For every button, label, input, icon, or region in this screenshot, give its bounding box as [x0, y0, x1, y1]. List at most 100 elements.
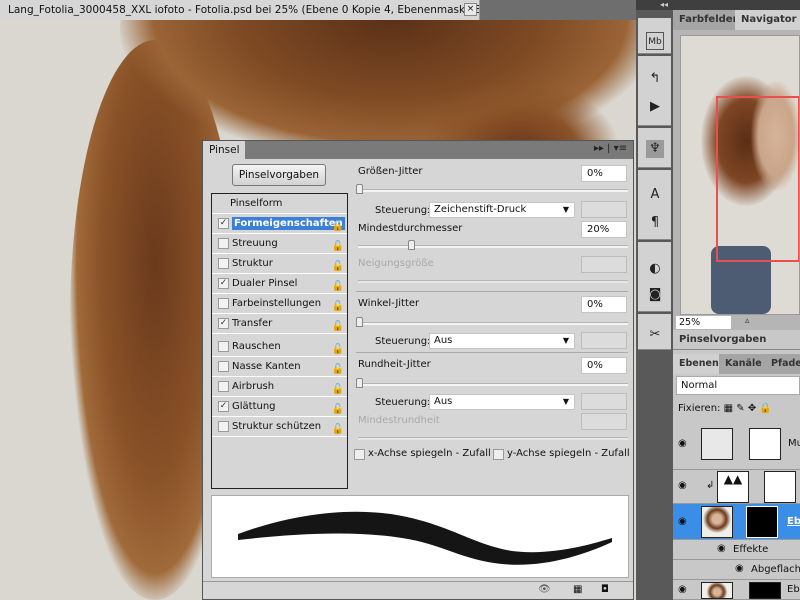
min-roundness-value [581, 413, 627, 430]
new-brush-icon[interactable]: ◘ [601, 584, 609, 595]
lock-icon[interactable]: 🔓 [332, 317, 344, 337]
layer-thumbnail [701, 428, 733, 460]
layer-mask-thumbnail[interactable] [749, 582, 781, 599]
checkbox[interactable]: ✓ [218, 318, 229, 329]
angle-jitter-thumb[interactable] [356, 317, 363, 327]
tab-pinselvorgaben[interactable]: Pinselvorgaben [673, 330, 800, 350]
brush-setting-label: Glättung [232, 401, 276, 412]
layer-row-selected[interactable]: ◉ Eb [673, 504, 800, 540]
brush-presets-button[interactable]: Pinselvorgaben [232, 164, 326, 186]
layer-row[interactable]: ◉ ↲ ▲▲ [673, 470, 800, 504]
size-jitter-slider[interactable] [358, 189, 628, 192]
checkbox[interactable]: ✓ [218, 278, 229, 289]
checkbox[interactable] [218, 298, 229, 309]
roundness-jitter-control-select[interactable]: Aus ▼ [429, 394, 575, 410]
brush-setting-item[interactable]: ✓ Dualer Pinsel 🔓 [212, 274, 347, 294]
lock-icon[interactable]: 🔓 [332, 420, 344, 440]
layer-name[interactable]: Mu [788, 438, 800, 449]
checkbox[interactable] [218, 421, 229, 432]
visibility-eye-icon[interactable]: ◉ [678, 480, 694, 492]
view-frame[interactable] [716, 96, 799, 262]
min-diameter-slider[interactable] [358, 245, 628, 248]
roundness-jitter-slider[interactable] [358, 383, 628, 386]
flip-y-checkbox[interactable] [493, 449, 504, 460]
checkbox[interactable] [218, 238, 229, 249]
lock-all-icon[interactable]: 🔒 [759, 403, 771, 414]
visibility-eye-icon[interactable]: ◉ [678, 516, 694, 528]
flip-x-checkbox[interactable] [354, 449, 365, 460]
effect-row[interactable]: ◉ Abgeflacht [673, 560, 800, 580]
brush-setting-item[interactable]: Streuung 🔓 [212, 234, 347, 254]
layer-mask-thumbnail[interactable] [749, 428, 781, 460]
effects-row[interactable]: ◉ Effekte [673, 540, 800, 560]
layer-mask-thumbnail[interactable] [746, 506, 778, 538]
history-icon[interactable]: ↰ [646, 70, 664, 88]
layer-name[interactable]: Eb [787, 516, 800, 527]
brush-setting-item[interactable]: ✓ Glättung 🔓 [212, 397, 347, 417]
brush-setting-item[interactable]: Rauschen 🔓 [212, 337, 347, 357]
tab-kanaele[interactable]: Kanäle [719, 354, 768, 374]
min-diameter-value[interactable]: 20% [581, 221, 627, 238]
tab-pinsel[interactable]: Pinsel [203, 141, 245, 159]
section-pinselform[interactable]: Pinselform [212, 194, 347, 214]
dock-collapse-bar[interactable]: ◂◂ [636, 0, 800, 10]
layer-row[interactable]: ◉ Mu [673, 420, 800, 470]
layer-name[interactable]: Eb [787, 584, 800, 595]
panel-header[interactable]: Pinsel ▸▸ | ▾≡ [203, 141, 633, 159]
masks-icon[interactable]: ◙ [646, 286, 664, 304]
roundness-jitter-thumb[interactable] [356, 378, 363, 388]
navigator-thumbnail[interactable] [680, 35, 800, 315]
brush-setting-item[interactable]: Nasse Kanten 🔓 [212, 357, 347, 377]
brush-setting-item[interactable]: Farbeinstellungen 🔓 [212, 294, 347, 314]
visibility-eye-icon[interactable]: ◉ [735, 563, 751, 575]
checkbox[interactable]: ✓ [218, 401, 229, 412]
lock-transparency-icon[interactable]: ▦ [724, 403, 733, 414]
zoom-out-icon[interactable]: ▵ [745, 316, 750, 326]
brush-setting-item[interactable]: Struktur schützen 🔓 [212, 417, 347, 437]
brush-setting-item[interactable]: ✓ Transfer 🔓 [212, 314, 347, 334]
lock-pixels-icon[interactable]: ✎ [736, 403, 744, 414]
checkbox[interactable] [218, 361, 229, 372]
size-jitter-control-select[interactable]: Zeichenstift-Druck ▼ [429, 202, 575, 218]
character-icon[interactable]: A [646, 186, 664, 204]
brush-setting-label: Nasse Kanten [232, 361, 301, 372]
tool-presets-icon[interactable]: ✂ [646, 326, 664, 344]
visibility-eye-icon[interactable]: ◉ [678, 584, 694, 596]
brush-setting-item[interactable]: Struktur 🔓 [212, 254, 347, 274]
lock-position-icon[interactable]: ✥ [748, 403, 756, 414]
checkbox[interactable] [218, 258, 229, 269]
adjustments-icon[interactable]: ◐ [646, 260, 664, 278]
checkbox[interactable] [218, 381, 229, 392]
brush-setting-item[interactable]: Airbrush 🔓 [212, 377, 347, 397]
panel-menu-icon[interactable]: ▸▸ | ▾≡ [594, 143, 627, 154]
toggle-live-tip-icon[interactable]: 👁 [538, 584, 551, 595]
brush-grid-icon[interactable]: ▦ [573, 584, 582, 595]
close-document-button[interactable]: × [464, 3, 477, 16]
min-diameter-thumb[interactable] [408, 240, 415, 250]
zoom-field[interactable]: 25% [676, 316, 731, 329]
roundness-jitter-value[interactable]: 0% [581, 357, 627, 374]
tab-farbfelder[interactable]: Farbfelder [673, 10, 744, 30]
visibility-eye-icon[interactable]: ◉ [678, 438, 694, 450]
size-jitter-value[interactable]: 0% [581, 165, 627, 182]
angle-jitter-slider[interactable] [358, 322, 628, 325]
layer-mask-thumbnail[interactable] [764, 471, 796, 503]
document-tab[interactable]: Lang_Fotolia_3000458_XXL iofoto - Fotoli… [0, 0, 480, 20]
tab-pfade[interactable]: Pfade [765, 354, 800, 374]
tab-navigator[interactable]: Navigator [735, 10, 800, 30]
size-jitter-thumb[interactable] [356, 184, 363, 194]
paragraph-icon[interactable]: ¶ [646, 214, 664, 232]
brush-setting-label: Airbrush [232, 381, 275, 392]
brush-setting-item[interactable]: ✓ Formeigenschaften 🔓 [212, 214, 347, 234]
angle-jitter-control-select[interactable]: Aus ▼ [429, 333, 575, 349]
blend-mode-select[interactable]: Normal [676, 376, 800, 395]
angle-jitter-value[interactable]: 0% [581, 296, 627, 313]
mini-bridge-icon[interactable]: Mb [646, 32, 664, 50]
checkbox[interactable] [218, 341, 229, 352]
layer-row[interactable]: ◉ Eb [673, 580, 800, 600]
actions-icon[interactable]: ▶ [646, 98, 664, 116]
checkbox[interactable]: ✓ [218, 218, 229, 229]
brush-panel-icon[interactable]: ♆ [646, 140, 664, 158]
visibility-eye-icon[interactable]: ◉ [717, 543, 733, 555]
tab-ebenen[interactable]: Ebenen [673, 354, 725, 374]
